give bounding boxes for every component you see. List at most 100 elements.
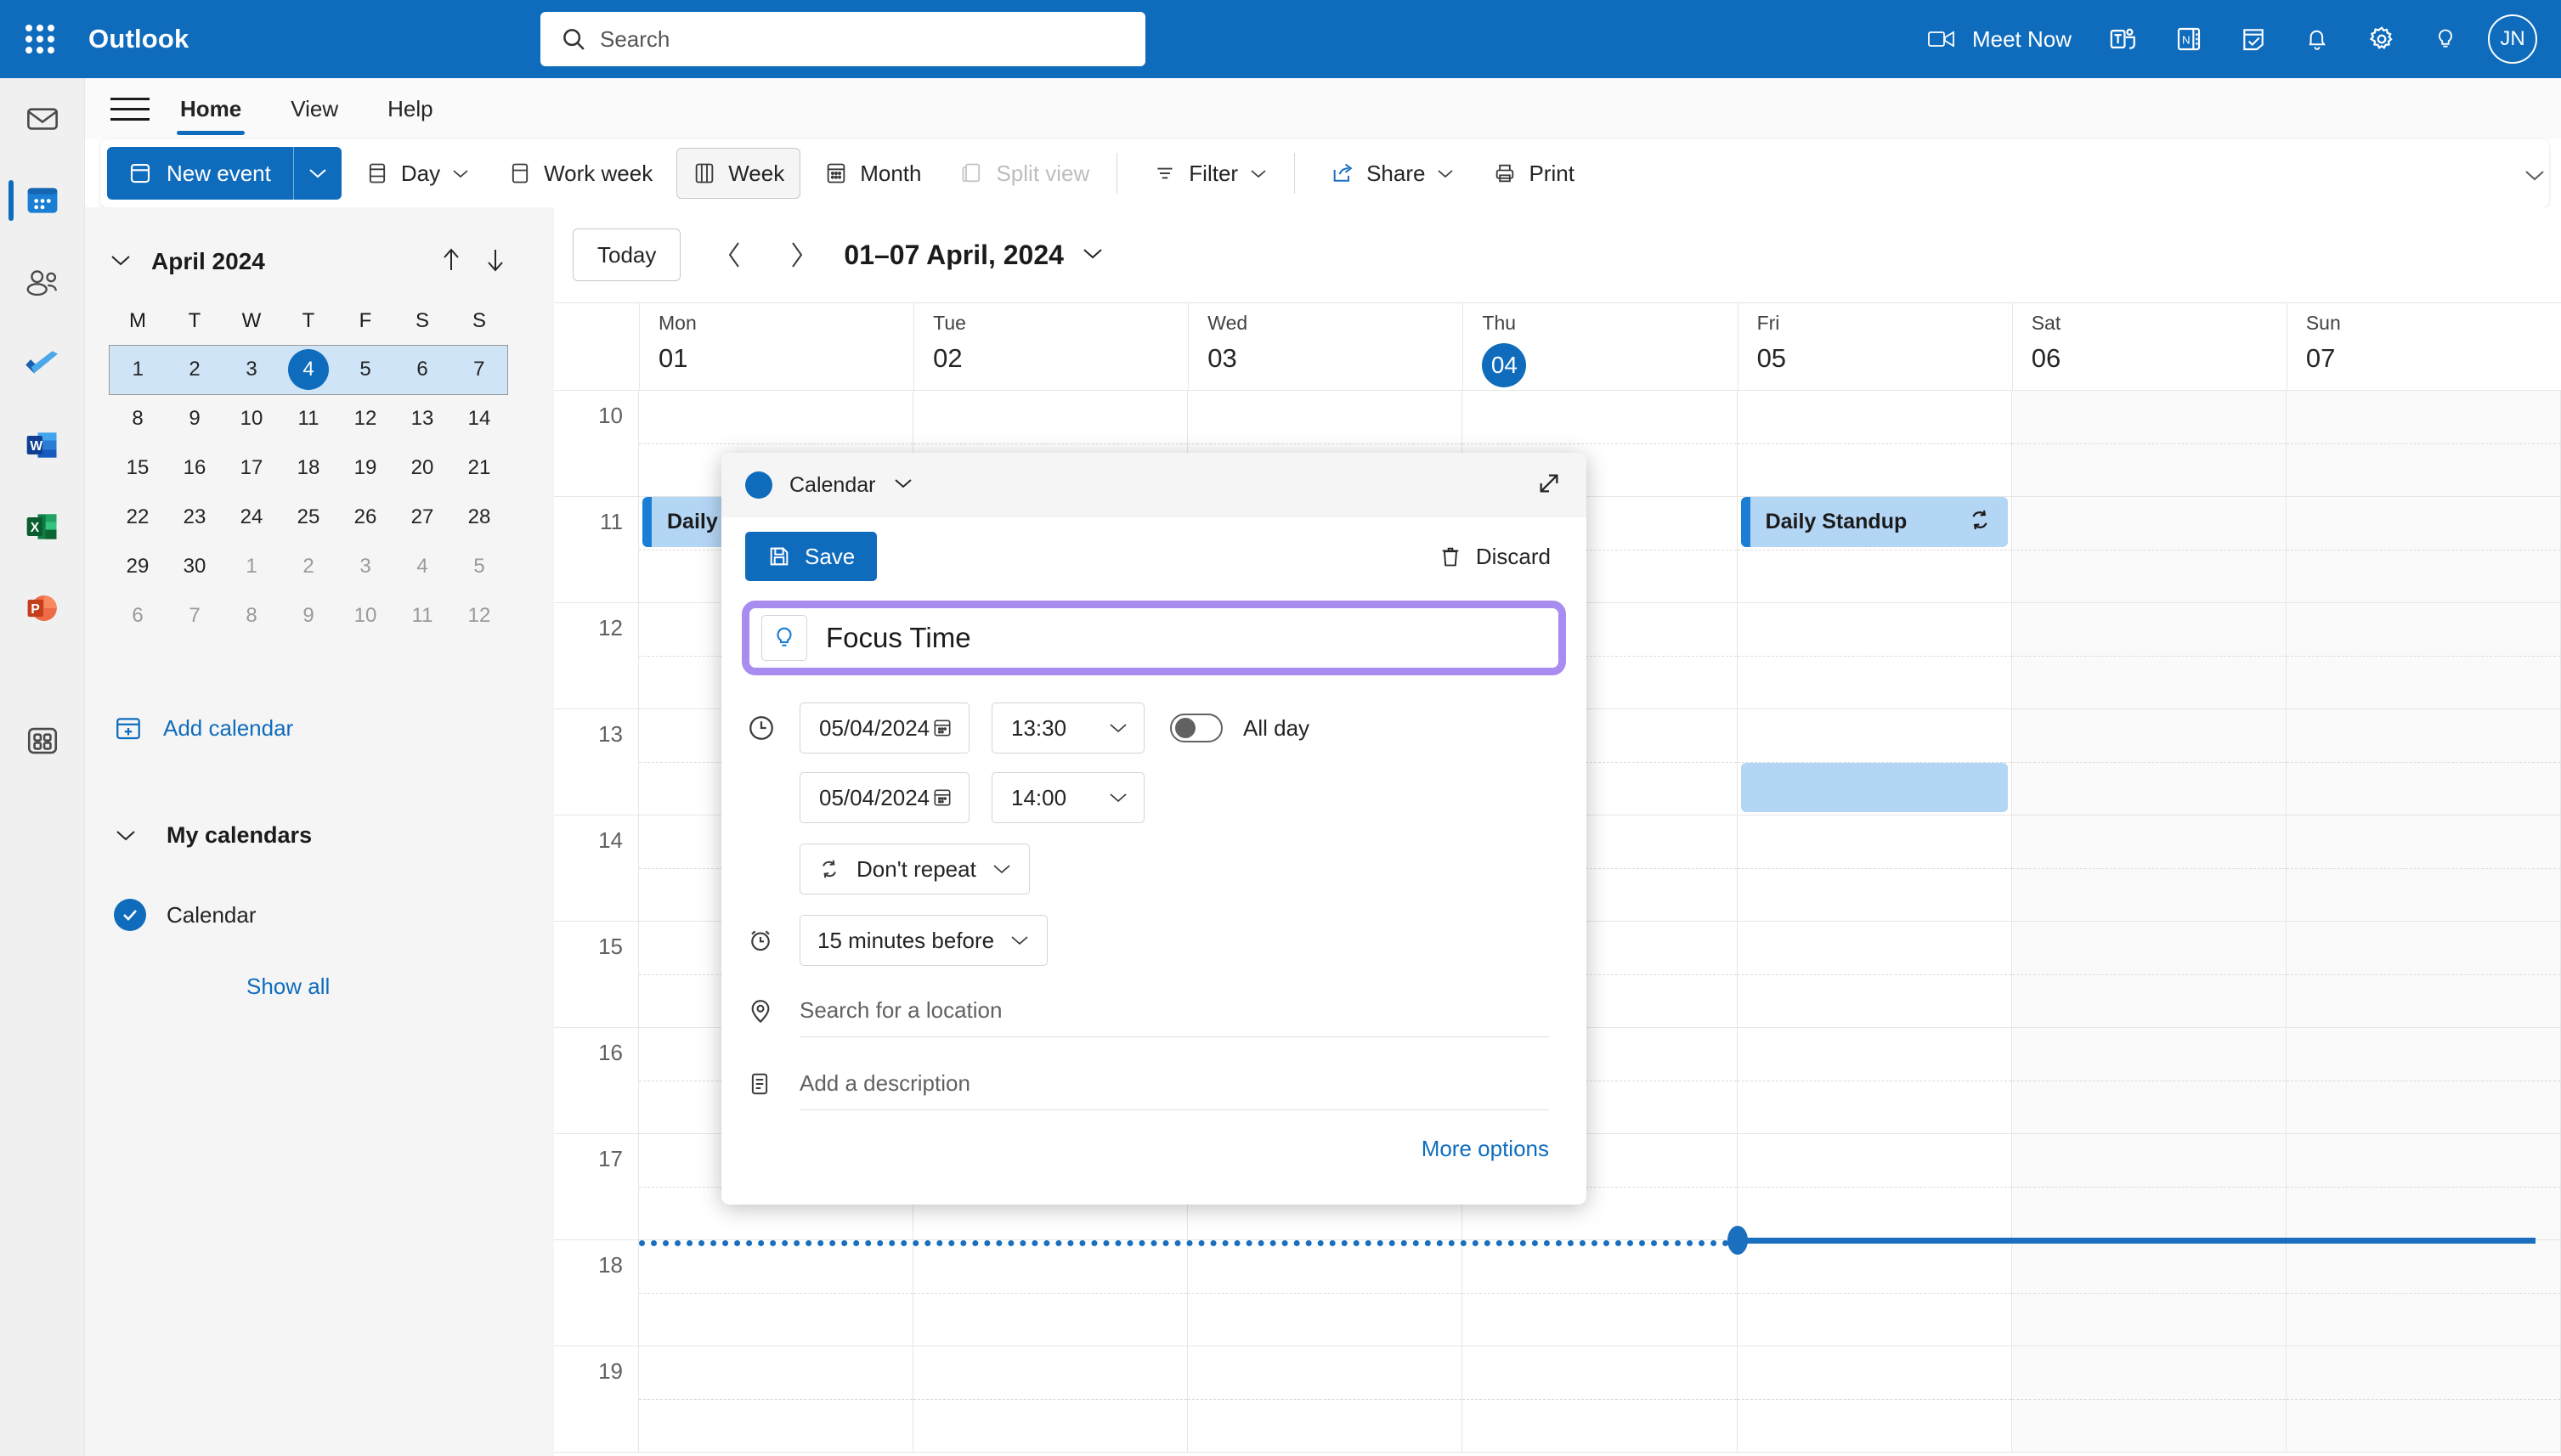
calendar-picker-icon[interactable] xyxy=(931,717,953,739)
time-slot[interactable] xyxy=(2287,1134,2560,1240)
mini-calendar-prev-month[interactable] xyxy=(440,246,462,278)
day-header-tue[interactable]: Tue02 xyxy=(913,303,1188,390)
day-column-sat[interactable] xyxy=(2012,391,2287,1453)
mini-calendar-collapse-icon[interactable] xyxy=(109,253,143,271)
mini-calendar-day[interactable]: 11 xyxy=(280,394,337,443)
time-slot[interactable] xyxy=(1462,1240,1736,1346)
time-slot[interactable] xyxy=(2012,709,2286,815)
time-slot[interactable] xyxy=(1738,1346,2011,1453)
hamburger-menu-icon[interactable] xyxy=(110,89,150,128)
settings-button[interactable] xyxy=(2349,0,2415,78)
time-slot[interactable] xyxy=(2287,391,2560,497)
time-slot[interactable] xyxy=(1738,1134,2011,1240)
day-header-fri[interactable]: Fri05 xyxy=(1738,303,2012,390)
filter-button[interactable]: Filter xyxy=(1138,148,1282,199)
day-column-sun[interactable] xyxy=(2287,391,2561,1453)
search-input[interactable]: Search xyxy=(540,12,1145,66)
day-header-wed[interactable]: Wed03 xyxy=(1188,303,1462,390)
avatar[interactable]: JN xyxy=(2488,14,2537,64)
mini-calendar-day[interactable]: 12 xyxy=(451,591,508,641)
new-event-main[interactable]: New event xyxy=(107,147,293,200)
save-button[interactable]: Save xyxy=(745,532,877,581)
mini-calendar-day[interactable]: 1 xyxy=(110,345,167,394)
print-button[interactable]: Print xyxy=(1478,148,1589,199)
day-header-mon[interactable]: Mon01 xyxy=(639,303,913,390)
calendar-checkbox[interactable] xyxy=(114,899,146,931)
calendar-event[interactable]: Daily Standup xyxy=(1741,497,2008,547)
mini-calendar-day[interactable]: 25 xyxy=(280,493,337,542)
rail-item-people[interactable] xyxy=(0,241,85,323)
view-month-button[interactable]: Month xyxy=(809,148,936,199)
start-time-dropdown[interactable] xyxy=(1108,722,1128,734)
day-header-sun[interactable]: Sun07 xyxy=(2287,303,2561,390)
day-header-sat[interactable]: Sat06 xyxy=(2012,303,2287,390)
view-week-button[interactable]: Week xyxy=(676,148,800,199)
mini-calendar-day[interactable]: 13 xyxy=(394,394,451,443)
time-slot[interactable] xyxy=(2012,815,2286,922)
show-all-calendars-link[interactable]: Show all xyxy=(85,973,554,1000)
mini-calendar-next-month[interactable] xyxy=(484,246,506,278)
rail-item-word[interactable]: W xyxy=(0,404,85,486)
discard-button[interactable]: Discard xyxy=(1439,544,1563,570)
mini-calendar-day[interactable]: 29 xyxy=(110,542,167,591)
time-slot[interactable] xyxy=(1188,1346,1461,1453)
new-event-button[interactable]: New event xyxy=(107,147,342,200)
more-options-link[interactable]: More options xyxy=(721,1136,1586,1162)
repeat-dropdown[interactable]: Don't repeat xyxy=(800,844,1030,894)
time-slot[interactable] xyxy=(2287,709,2560,815)
mini-calendar-day[interactable]: 14 xyxy=(451,394,508,443)
time-slot[interactable] xyxy=(2287,815,2560,922)
mini-calendar-day[interactable]: 2 xyxy=(280,542,337,591)
mini-calendar-day[interactable]: 22 xyxy=(110,493,167,542)
mini-calendar-day[interactable]: 4 xyxy=(280,345,337,394)
description-input[interactable]: Add a description xyxy=(800,1058,1549,1110)
mini-calendar-day[interactable]: 5 xyxy=(451,542,508,591)
calendar-list-item[interactable]: Calendar xyxy=(85,890,554,940)
day-column-fri[interactable]: Daily Standup xyxy=(1738,391,2012,1453)
location-input[interactable]: Search for a location xyxy=(800,985,1549,1037)
rail-item-mail[interactable] xyxy=(0,78,85,160)
mini-calendar-day[interactable]: 16 xyxy=(167,443,223,493)
previous-week-button[interactable] xyxy=(710,229,760,280)
time-slot[interactable] xyxy=(2287,603,2560,709)
time-slot[interactable] xyxy=(2012,1134,2286,1240)
start-time-field[interactable]: 13:30 xyxy=(992,703,1145,753)
calendar-picker-icon-end[interactable] xyxy=(931,787,953,809)
share-button[interactable]: Share xyxy=(1315,148,1469,199)
add-calendar-button[interactable]: Add calendar xyxy=(85,703,554,753)
mini-calendar-day[interactable]: 7 xyxy=(451,345,508,394)
mini-calendar-day[interactable]: 30 xyxy=(167,542,223,591)
mini-calendar-week-row[interactable]: 15161718192021 xyxy=(110,443,508,493)
time-slot[interactable] xyxy=(913,1346,1187,1453)
mini-calendar-day[interactable]: 12 xyxy=(337,394,394,443)
notifications-button[interactable] xyxy=(2286,0,2349,78)
mini-calendar-day[interactable]: 24 xyxy=(223,493,280,542)
time-slot[interactable] xyxy=(2287,1240,2560,1346)
time-slot[interactable] xyxy=(1188,1240,1461,1346)
time-slot[interactable] xyxy=(913,1240,1187,1346)
tab-home[interactable]: Home xyxy=(161,78,260,139)
rail-item-calendar[interactable] xyxy=(0,160,85,241)
mini-calendar-day[interactable]: 3 xyxy=(223,345,280,394)
tab-view[interactable]: View xyxy=(272,78,357,139)
mini-calendar-week-row[interactable]: 22232425262728 xyxy=(110,493,508,542)
time-slot[interactable] xyxy=(2287,922,2560,1028)
mini-calendar-week-row[interactable]: 891011121314 xyxy=(110,394,508,443)
rail-item-powerpoint[interactable]: P xyxy=(0,567,85,649)
notes-button[interactable] xyxy=(2221,0,2286,78)
next-week-button[interactable] xyxy=(771,229,822,280)
selected-time-slot[interactable] xyxy=(1741,763,2008,813)
dialog-expand-button[interactable] xyxy=(1535,470,1563,501)
new-event-dropdown[interactable] xyxy=(294,147,342,200)
mini-calendar-week-row[interactable]: 293012345 xyxy=(110,542,508,591)
mini-calendar-day[interactable]: 10 xyxy=(223,394,280,443)
time-slot[interactable] xyxy=(2287,1028,2560,1134)
time-slot[interactable] xyxy=(2012,603,2286,709)
mini-calendar-week-row[interactable]: 1234567 xyxy=(110,345,508,394)
day-header-thu[interactable]: Thu04 xyxy=(1462,303,1737,390)
mini-calendar-day[interactable]: 10 xyxy=(337,591,394,641)
time-slot[interactable] xyxy=(2287,1346,2560,1453)
mini-calendar-day[interactable]: 11 xyxy=(394,591,451,641)
time-slot[interactable] xyxy=(2012,391,2286,497)
mini-calendar-day[interactable]: 9 xyxy=(280,591,337,641)
